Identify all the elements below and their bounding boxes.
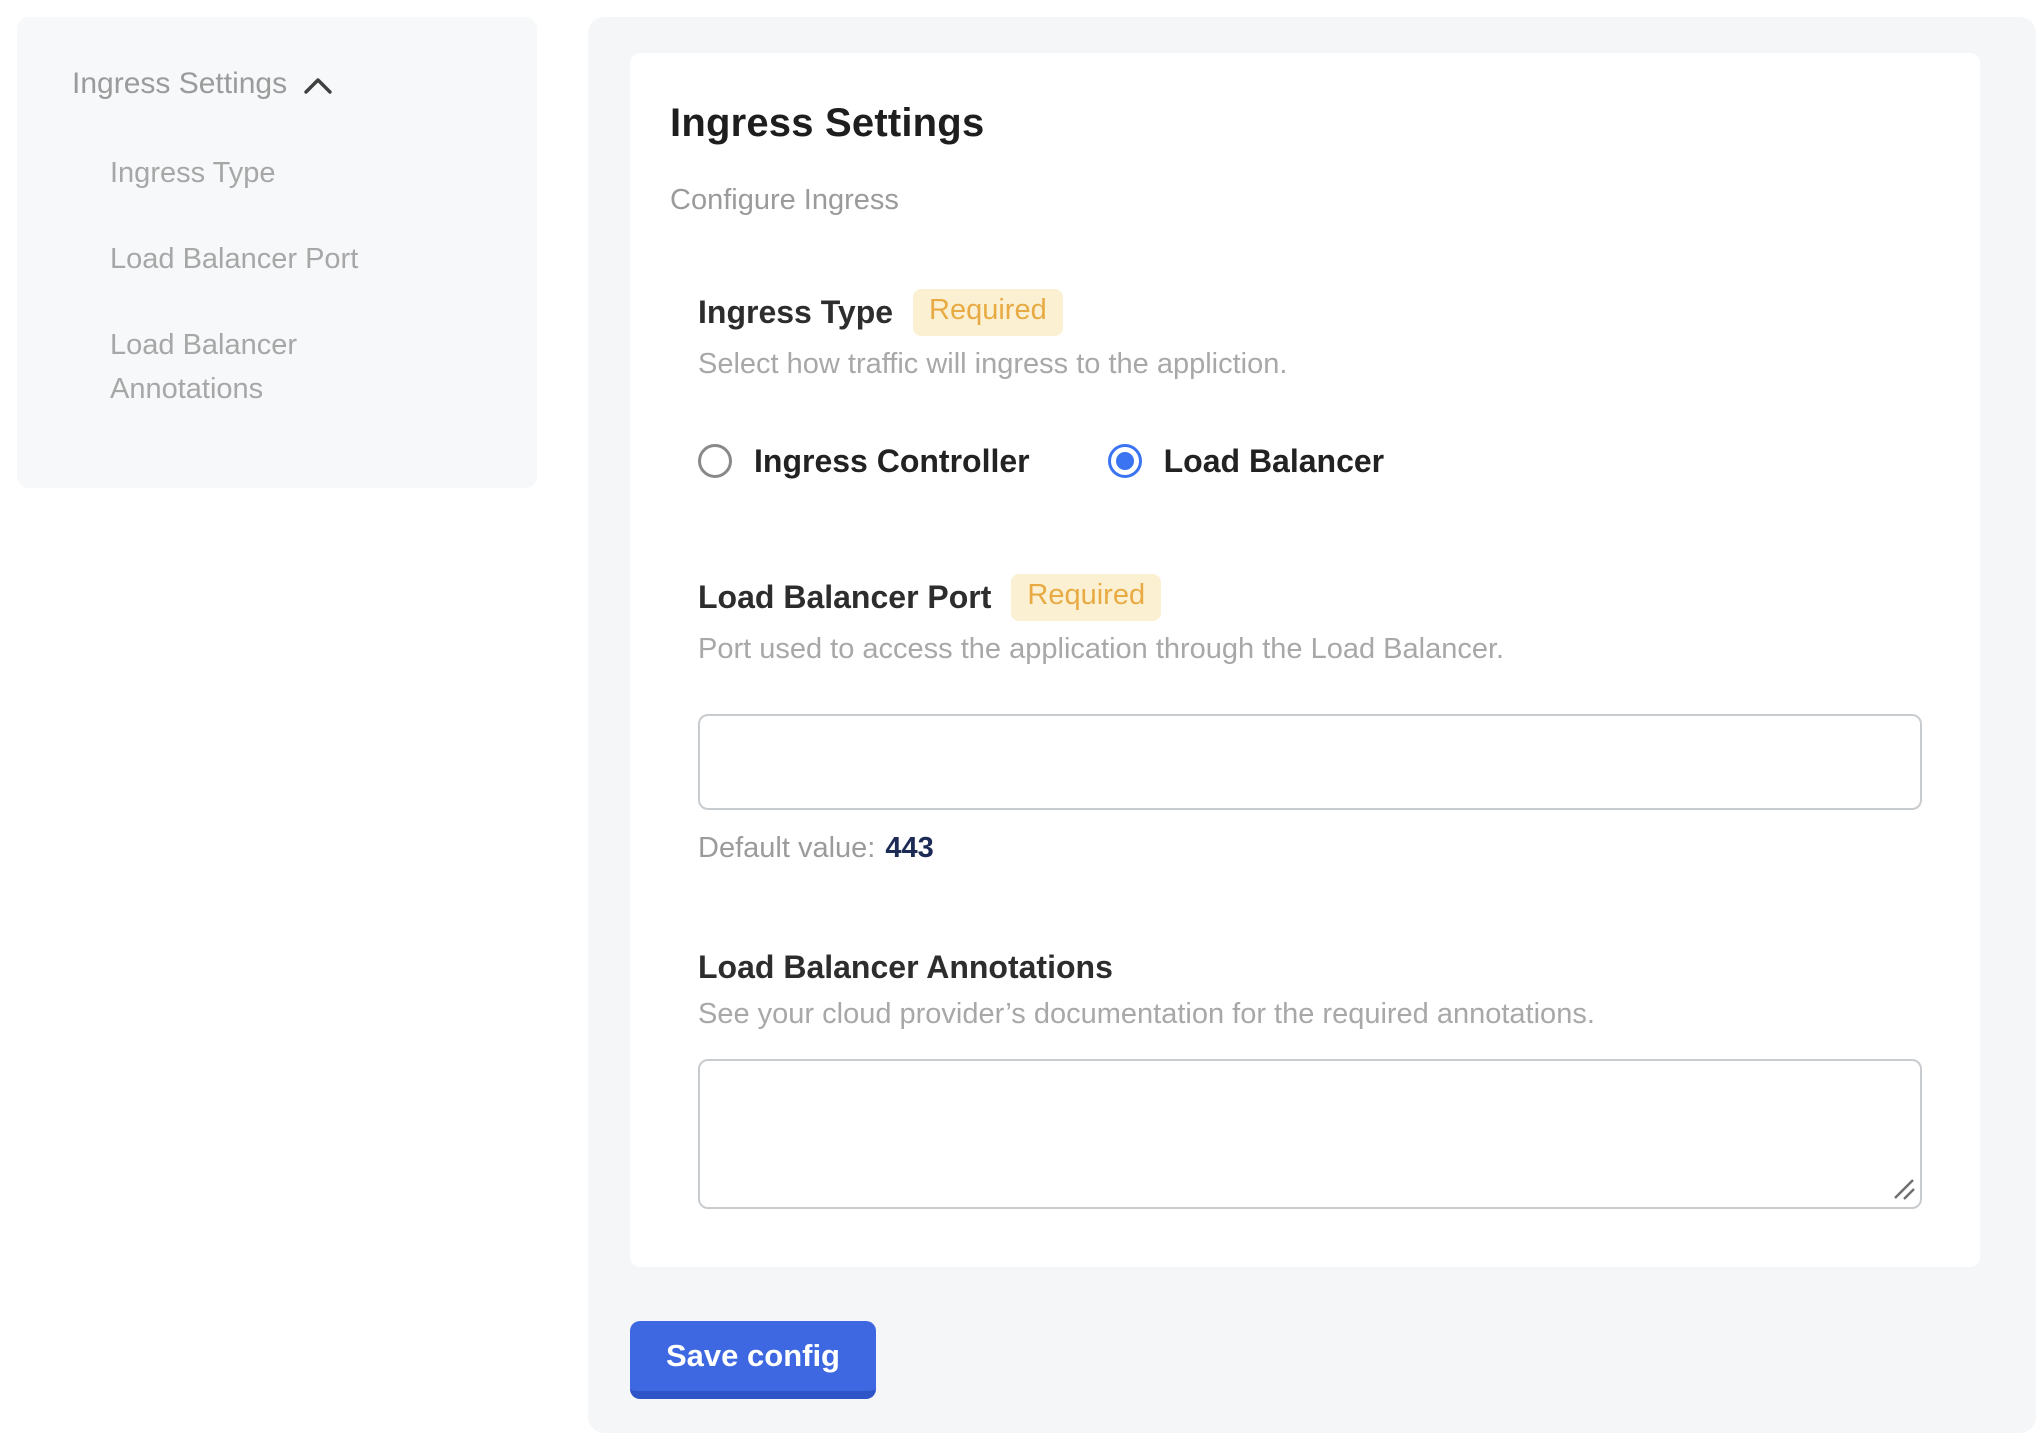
sidebar-section-ingress-settings[interactable]: Ingress Settings [72,67,507,101]
annotations-textarea-wrap [698,1059,1922,1209]
main-panel: Ingress Settings Configure Ingress Ingre… [588,17,2036,1433]
field-load-balancer-annotations: Load Balancer Annotations See your cloud… [698,949,1940,1209]
load-balancer-annotations-label: Load Balancer Annotations [698,949,1113,986]
radio-option-label: Load Balancer [1164,443,1385,480]
default-value-row: Default value: 443 [698,832,1940,865]
sidebar-section-label: Ingress Settings [72,67,287,101]
required-badge: Required [913,289,1063,336]
field-load-balancer-port: Load Balancer Port Required Port used to… [698,574,1940,865]
ingress-type-description: Select how traffic will ingress to the a… [698,348,1940,381]
ingress-settings-card: Ingress Settings Configure Ingress Ingre… [630,53,1980,1267]
default-value-label: Default value: [698,832,875,864]
radio-unselected-icon[interactable] [698,444,732,478]
sidebar-item-list: Ingress Type Load Balancer Port Load Bal… [72,151,507,411]
chevron-up-icon[interactable] [303,77,333,95]
default-value: 443 [885,832,933,864]
load-balancer-annotations-description: See your cloud provider’s documentation … [698,998,1940,1031]
save-config-button[interactable]: Save config [630,1321,876,1399]
load-balancer-annotations-textarea[interactable] [698,1059,1922,1209]
required-badge: Required [1011,574,1161,621]
field-ingress-type: Ingress Type Required Select how traffic… [698,289,1940,480]
settings-sidebar: Ingress Settings Ingress Type Load Balan… [17,17,537,488]
radio-option-load-balancer[interactable]: Load Balancer [1108,443,1385,480]
ingress-type-radio-group: Ingress Controller Load Balancer [698,443,1940,480]
page-title: Ingress Settings [670,101,1940,146]
load-balancer-port-description: Port used to access the application thro… [698,633,1940,666]
resize-handle-icon[interactable] [1891,1176,1915,1200]
sidebar-item-ingress-type[interactable]: Ingress Type [110,151,420,195]
page-subtitle: Configure Ingress [670,184,1940,217]
sidebar-item-load-balancer-annotations[interactable]: Load Balancer Annotations [110,323,420,411]
radio-option-ingress-controller[interactable]: Ingress Controller [698,443,1030,480]
radio-selected-icon[interactable] [1108,444,1142,478]
load-balancer-port-label: Load Balancer Port [698,579,991,616]
radio-option-label: Ingress Controller [754,443,1030,480]
load-balancer-port-input[interactable] [698,714,1922,810]
sidebar-item-load-balancer-port[interactable]: Load Balancer Port [110,237,420,281]
ingress-type-label: Ingress Type [698,294,893,331]
